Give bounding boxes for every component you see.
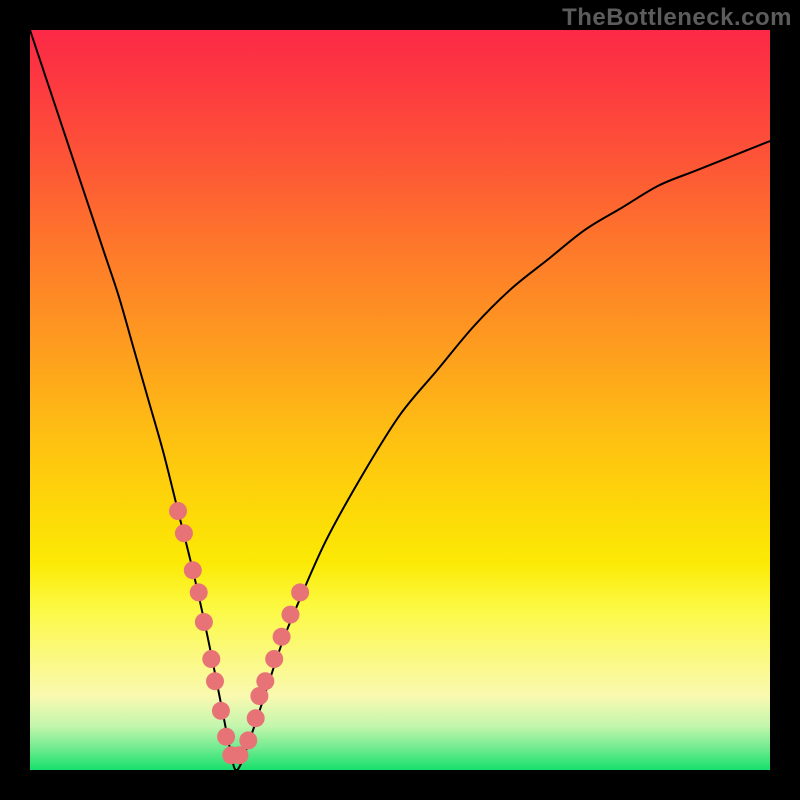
data-point: [195, 613, 213, 631]
data-point: [217, 728, 235, 746]
data-point: [239, 731, 257, 749]
data-point: [190, 583, 208, 601]
chart-frame: TheBottleneck.com: [0, 0, 800, 800]
data-point: [265, 650, 283, 668]
data-point: [256, 672, 274, 690]
data-point: [212, 702, 230, 720]
watermark-text: TheBottleneck.com: [562, 4, 792, 32]
plot-area: [30, 30, 770, 770]
data-point: [291, 583, 309, 601]
highlighted-points: [169, 502, 309, 764]
data-point: [202, 650, 220, 668]
data-point: [184, 561, 202, 579]
data-point: [206, 672, 224, 690]
data-point: [281, 606, 299, 624]
data-point: [273, 628, 291, 646]
data-point: [169, 502, 187, 520]
data-point: [247, 709, 265, 727]
data-point: [175, 524, 193, 542]
chart-overlay: [30, 30, 770, 770]
bottleneck-curve: [30, 30, 770, 770]
